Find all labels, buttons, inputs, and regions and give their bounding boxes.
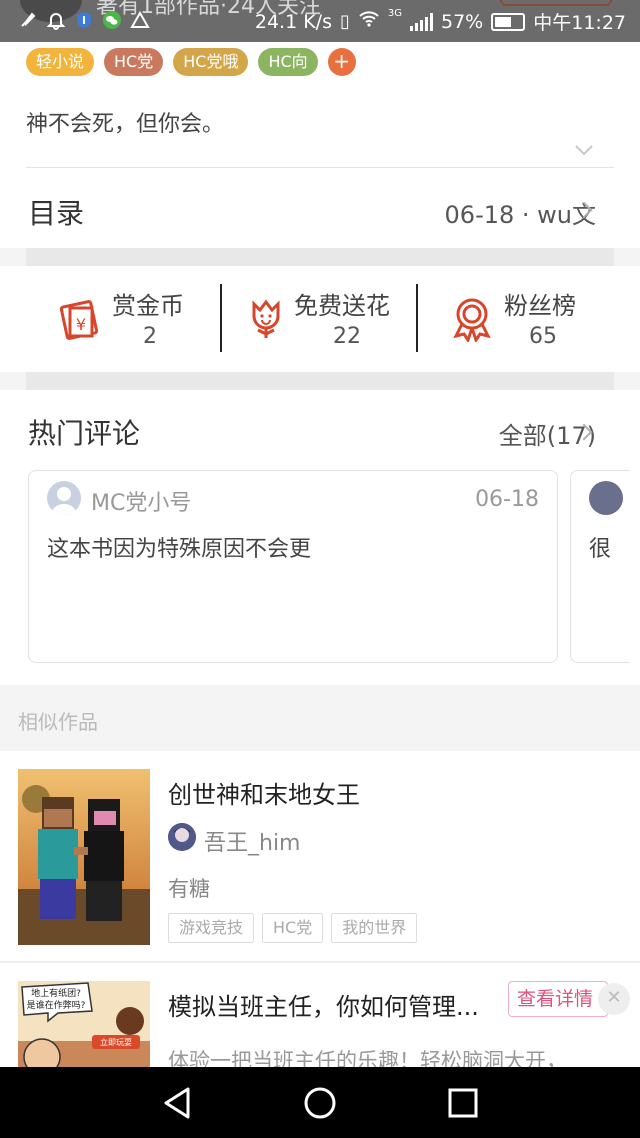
bell-icon [46, 10, 66, 30]
stat-value: 65 [529, 324, 557, 349]
comment-card[interactable]: MC党小号 06-18 这本书因为特殊原因不会更 [28, 470, 558, 663]
clock: 中午11:27 [533, 12, 626, 34]
book-title[interactable]: 模拟当班主任，你如何管理... [168, 987, 479, 1022]
vibrate-icon: ▯ [339, 11, 350, 32]
medal-icon [450, 294, 498, 344]
comment-date: 06-18 [475, 487, 539, 512]
add-tag-button[interactable]: + [327, 48, 356, 76]
hot-comments-section: 热门评论 全部(17) MC党小号 06-18 这本书因为特殊原因不会更 很 [0, 390, 640, 685]
comment-text: 很 [589, 537, 612, 562]
section-gap [26, 248, 614, 266]
book-list-item[interactable]: 创世神和末地女王 吾王_him 有糖 游戏竞技 HC党 我的世界 [0, 751, 640, 961]
shield-icon [74, 10, 94, 30]
view-details-button[interactable]: 查看详情 [508, 981, 608, 1017]
book-author[interactable]: 吾王_him [204, 825, 301, 857]
book-title[interactable]: 创世神和末地女王 [168, 775, 360, 810]
toc-title[interactable]: 目录 [28, 192, 84, 232]
book-tag[interactable]: HC党 [262, 913, 324, 943]
divider [220, 284, 222, 352]
section-gap [26, 372, 614, 390]
tag-list: 轻小说 HC党 HC党哦 HC向 + [26, 48, 356, 76]
divider [26, 167, 614, 168]
stat-label: 赏金币 [112, 292, 184, 320]
divider [416, 284, 418, 352]
fan-ranking-stat[interactable]: 粉丝榜 65 [450, 286, 600, 356]
rocket-icon [18, 10, 38, 30]
flower-icon [242, 294, 290, 342]
comment-text: 这本书因为特殊原因不会更 [47, 537, 312, 562]
section-title: 热门评论 [28, 417, 141, 450]
stat-label: 免费送花 [294, 292, 390, 320]
book-description: 神不会死，但你会。 [26, 112, 225, 137]
status-bar: 著有1部作品·24人关注 24.1 K/s ▯ 3G 57% 中午11:27 [0, 0, 640, 42]
tag-chip[interactable]: HC党 [104, 48, 164, 76]
avatar[interactable] [47, 481, 81, 515]
back-icon[interactable] [158, 1085, 198, 1121]
cover-button-text: 立即玩耍 [100, 1037, 132, 1047]
wifi-icon [358, 10, 380, 33]
book-tags: 游戏竞技 HC党 我的世界 [168, 913, 418, 943]
book-subtitle: 有糖 [168, 877, 210, 901]
tag-chip[interactable]: 轻小说 [26, 48, 95, 76]
recents-icon[interactable] [442, 1085, 482, 1121]
stat-value: 22 [333, 324, 361, 349]
close-icon[interactable]: ✕ [598, 983, 630, 1015]
cover-bubble-text: 地上有纸团? [31, 987, 81, 999]
book-info-section: 轻小说 HC党 HC党哦 HC向 + 神不会死，但你会。 目录 06-18 · … [0, 42, 640, 248]
signal-icon [410, 12, 433, 31]
chevron-down-icon[interactable] [574, 142, 594, 156]
system-nav-bar [0, 1067, 640, 1138]
home-icon[interactable] [300, 1085, 340, 1121]
similar-works-title: 相似作品 [18, 710, 98, 734]
avatar[interactable] [589, 481, 623, 515]
battery-icon [491, 12, 526, 31]
network-type: 3G [387, 8, 402, 19]
battery-percent: 57% [441, 10, 484, 33]
stat-value: 2 [143, 324, 157, 349]
wechat-icon [102, 10, 122, 30]
network-speed: 24.1 K/s [254, 10, 332, 33]
toc-latest-chapter[interactable]: 06-18 · wu文 [445, 195, 596, 230]
book-tag[interactable]: 我的世界 [331, 913, 418, 943]
book-cover[interactable]: 地上有纸团? 是谁在作弊吗? 立即玩耍 [18, 981, 150, 1073]
book-cover[interactable] [18, 769, 150, 945]
cover-bubble-text: 是谁在作弊吗? [27, 999, 86, 1011]
stat-label: 粉丝榜 [504, 292, 576, 320]
free-flower-stat[interactable]: 免费送花 22 [242, 286, 412, 356]
reward-coin-stat[interactable]: ¥ 赏金币 2 [56, 286, 206, 356]
red-envelope-icon: ¥ [56, 294, 104, 342]
book-tag[interactable]: 游戏竞技 [168, 913, 255, 943]
comment-username[interactable]: MC党小号 [91, 485, 191, 517]
comment-card[interactable]: 很 [570, 470, 630, 663]
svg-text:¥: ¥ [76, 315, 86, 334]
tag-chip[interactable]: HC党哦 [173, 48, 249, 76]
promoted-list-item[interactable]: 地上有纸团? 是谁在作弊吗? 立即玩耍 模拟当班主任，你如何管理... 体验一把… [0, 963, 640, 1073]
support-stats: ¥ 赏金币 2 免费送花 22 粉丝榜 65 [0, 266, 640, 372]
warning-icon [130, 10, 150, 30]
tag-chip[interactable]: HC向 [258, 48, 318, 76]
follow-button[interactable] [500, 0, 612, 6]
avatar [168, 823, 196, 851]
